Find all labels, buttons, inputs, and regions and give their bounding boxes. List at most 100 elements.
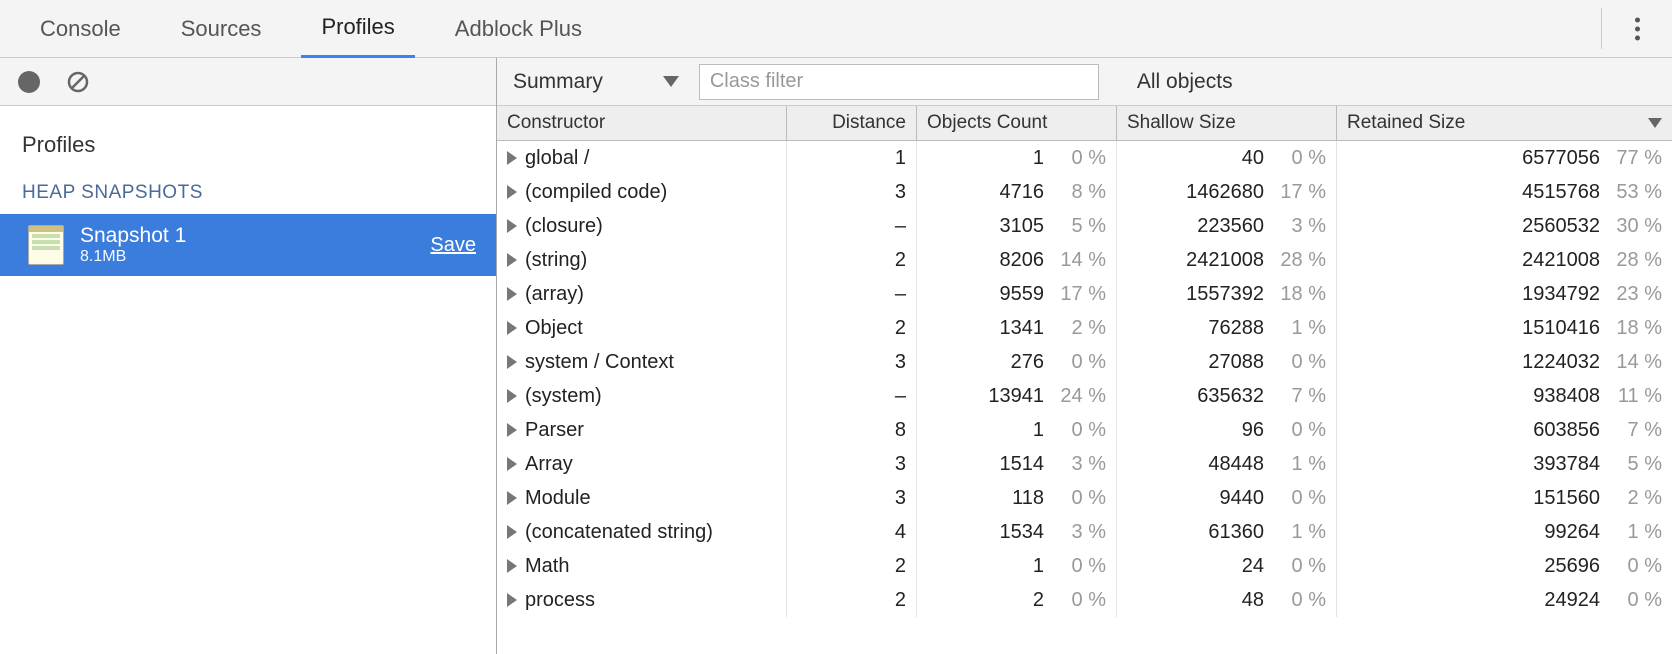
expand-icon[interactable] bbox=[507, 219, 517, 233]
tab-adblock[interactable]: Adblock Plus bbox=[435, 0, 602, 58]
chevron-down-icon bbox=[663, 76, 679, 87]
cell-shallow: 94400 % bbox=[1117, 481, 1337, 515]
table-row[interactable]: process220 %480 %249240 % bbox=[497, 583, 1672, 617]
cell-shallow: 240 % bbox=[1117, 549, 1337, 583]
table-row[interactable]: (system)–1394124 %6356327 %93840811 % bbox=[497, 379, 1672, 413]
clear-icon[interactable] bbox=[66, 70, 90, 94]
expand-icon[interactable] bbox=[507, 389, 517, 403]
cell-retained: 657705677 % bbox=[1337, 141, 1672, 175]
cell-count: 10 % bbox=[917, 141, 1117, 175]
cell-distance: 4 bbox=[787, 515, 917, 549]
expand-icon[interactable] bbox=[507, 253, 517, 267]
cell-constructor: Module bbox=[497, 481, 787, 515]
column-header-constructor[interactable]: Constructor bbox=[497, 106, 787, 140]
record-button[interactable] bbox=[18, 71, 40, 93]
table-row[interactable]: (string)2820614 %242100828 %242100828 % bbox=[497, 243, 1672, 277]
cell-distance: – bbox=[787, 209, 917, 243]
constructor-name: Math bbox=[525, 555, 569, 578]
cell-constructor: process bbox=[497, 583, 787, 617]
cell-shallow: 960 % bbox=[1117, 413, 1337, 447]
constructor-name: (compiled code) bbox=[525, 181, 667, 204]
cell-shallow: 6356327 % bbox=[1117, 379, 1337, 413]
table-row[interactable]: Array315143 %484481 %3937845 % bbox=[497, 447, 1672, 481]
cell-constructor: Array bbox=[497, 447, 787, 481]
cell-constructor: system / Context bbox=[497, 345, 787, 379]
constructor-name: Array bbox=[525, 453, 573, 476]
class-filter-input[interactable] bbox=[699, 64, 1099, 100]
cell-constructor: (string) bbox=[497, 243, 787, 277]
expand-icon[interactable] bbox=[507, 423, 517, 437]
top-tab-bar: Console Sources Profiles Adblock Plus bbox=[0, 0, 1672, 58]
expand-icon[interactable] bbox=[507, 321, 517, 335]
cell-retained: 122403214 % bbox=[1337, 345, 1672, 379]
cell-count: 15143 % bbox=[917, 447, 1117, 481]
cell-distance: 3 bbox=[787, 345, 917, 379]
cell-distance: 2 bbox=[787, 549, 917, 583]
sort-desc-icon bbox=[1648, 118, 1662, 128]
tab-console[interactable]: Console bbox=[20, 0, 141, 58]
table-row[interactable]: Object213412 %762881 %151041618 % bbox=[497, 311, 1672, 345]
table-row[interactable]: (array)–955917 %155739218 %193479223 % bbox=[497, 277, 1672, 311]
tab-profiles[interactable]: Profiles bbox=[301, 0, 414, 58]
scope-dropdown[interactable]: All objects bbox=[1137, 70, 1233, 94]
cell-retained: 249240 % bbox=[1337, 583, 1672, 617]
column-header-shallow[interactable]: Shallow Size bbox=[1117, 106, 1337, 140]
cell-retained: 242100828 % bbox=[1337, 243, 1672, 277]
cell-retained: 1515602 % bbox=[1337, 481, 1672, 515]
expand-icon[interactable] bbox=[507, 559, 517, 573]
cell-count: 1180 % bbox=[917, 481, 1117, 515]
cell-constructor: (system) bbox=[497, 379, 787, 413]
table-row[interactable]: (compiled code)347168 %146268017 %451576… bbox=[497, 175, 1672, 209]
expand-icon[interactable] bbox=[507, 185, 517, 199]
cell-shallow: 762881 % bbox=[1117, 311, 1337, 345]
column-header-distance[interactable]: Distance bbox=[787, 106, 917, 140]
column-header-count[interactable]: Objects Count bbox=[917, 106, 1117, 140]
cell-constructor: global / bbox=[497, 141, 787, 175]
column-header-retained-label: Retained Size bbox=[1347, 112, 1465, 134]
cell-retained: 256053230 % bbox=[1337, 209, 1672, 243]
cell-constructor: Parser bbox=[497, 413, 787, 447]
view-dropdown[interactable]: Summary bbox=[513, 70, 679, 94]
cell-constructor: (concatenated string) bbox=[497, 515, 787, 549]
table-row[interactable]: Module31180 %94400 %1515602 % bbox=[497, 481, 1672, 515]
kebab-menu-icon[interactable] bbox=[1627, 9, 1648, 48]
snapshot-item[interactable]: Snapshot 1 8.1MB Save bbox=[0, 214, 496, 276]
expand-icon[interactable] bbox=[507, 355, 517, 369]
table-header: Constructor Distance Objects Count Shall… bbox=[497, 106, 1672, 141]
cell-retained: 93840811 % bbox=[1337, 379, 1672, 413]
snapshot-icon bbox=[28, 225, 64, 265]
table-row[interactable]: Math210 %240 %256960 % bbox=[497, 549, 1672, 583]
cell-retained: 193479223 % bbox=[1337, 277, 1672, 311]
tab-sources[interactable]: Sources bbox=[161, 0, 282, 58]
expand-icon[interactable] bbox=[507, 457, 517, 471]
table-row[interactable]: (closure)–31055 %2235603 %256053230 % bbox=[497, 209, 1672, 243]
constructor-name: (closure) bbox=[525, 215, 603, 238]
expand-icon[interactable] bbox=[507, 287, 517, 301]
table-row[interactable]: system / Context32760 %270880 %122403214… bbox=[497, 345, 1672, 379]
cell-distance: 8 bbox=[787, 413, 917, 447]
expand-icon[interactable] bbox=[507, 593, 517, 607]
cell-constructor: Object bbox=[497, 311, 787, 345]
cell-retained: 6038567 % bbox=[1337, 413, 1672, 447]
cell-count: 15343 % bbox=[917, 515, 1117, 549]
cell-distance: – bbox=[787, 277, 917, 311]
cell-retained: 451576853 % bbox=[1337, 175, 1672, 209]
table-row[interactable]: global /110 %400 %657705677 % bbox=[497, 141, 1672, 175]
snapshot-title: Snapshot 1 bbox=[80, 224, 186, 247]
sidebar-section-heap-snapshots: HEAP SNAPSHOTS bbox=[0, 176, 496, 214]
column-header-retained[interactable]: Retained Size bbox=[1337, 106, 1672, 140]
constructor-name: Parser bbox=[525, 419, 584, 442]
table-row[interactable]: (concatenated string)415343 %613601 %992… bbox=[497, 515, 1672, 549]
expand-icon[interactable] bbox=[507, 151, 517, 165]
content-toolbar: Summary All objects bbox=[497, 58, 1672, 106]
cell-constructor: Math bbox=[497, 549, 787, 583]
expand-icon[interactable] bbox=[507, 491, 517, 505]
cell-distance: 3 bbox=[787, 481, 917, 515]
cell-shallow: 2235603 % bbox=[1117, 209, 1337, 243]
cell-shallow: 270880 % bbox=[1117, 345, 1337, 379]
snapshot-save-link[interactable]: Save bbox=[430, 234, 476, 257]
cell-constructor: (compiled code) bbox=[497, 175, 787, 209]
cell-shallow: 155739218 % bbox=[1117, 277, 1337, 311]
table-row[interactable]: Parser810 %960 %6038567 % bbox=[497, 413, 1672, 447]
expand-icon[interactable] bbox=[507, 525, 517, 539]
